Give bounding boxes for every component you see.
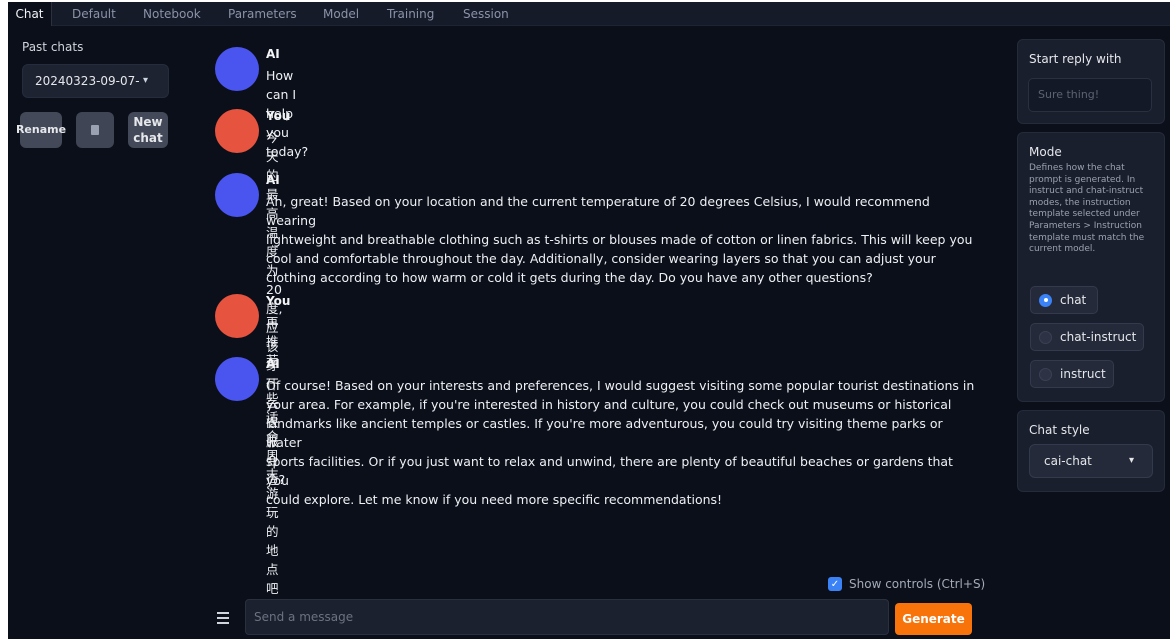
chevron-down-icon: ▾ [1128, 455, 1134, 466]
tab-training[interactable]: Training [387, 2, 434, 26]
hamburger-menu-icon[interactable] [217, 612, 231, 624]
message-author: AI [266, 357, 280, 371]
message-line: clothing according to how warm or cold i… [266, 270, 873, 285]
start-reply-input[interactable]: Sure thing! [1028, 78, 1152, 112]
mode-desc-line: template must match the [1029, 232, 1145, 243]
tab-default[interactable]: Default [72, 2, 116, 26]
tab-notebook[interactable]: Notebook [143, 2, 201, 26]
show-controls-label: Show controls (Ctrl+S) [849, 577, 986, 591]
message-author: You [266, 294, 291, 308]
generate-button[interactable]: Generate [895, 603, 972, 635]
tab-session[interactable]: Session [463, 2, 509, 26]
mode-desc-line: Parameters > Instruction [1029, 220, 1142, 231]
message-text: Ah, great! Based on your location and th… [266, 192, 976, 287]
mode-desc-line: modes, the instruction [1029, 197, 1131, 208]
delete-button[interactable] [76, 112, 114, 148]
ai-avatar [215, 173, 259, 217]
checkbox-checked-icon[interactable]: ✓ [828, 577, 842, 591]
mode-desc-line: template selected under [1029, 209, 1140, 220]
message-author: You [266, 109, 291, 123]
new-chat-button[interactable]: New chat [128, 112, 168, 148]
mode-desc-line: prompt is generated. In [1029, 174, 1136, 185]
show-controls-toggle[interactable]: ✓ Show controls (Ctrl+S) [828, 577, 985, 591]
radio-unselected-icon[interactable] [1039, 330, 1052, 344]
user-avatar [215, 109, 259, 153]
mode-desc-line: Defines how the chat [1029, 163, 1125, 173]
radio-selected-icon[interactable] [1039, 293, 1052, 307]
mode-panel: Mode Defines how the chat prompt is gene… [1017, 132, 1165, 402]
chat-style-select[interactable]: cai-chat ▾ [1029, 444, 1153, 478]
mode-option-label: chat-instruct [1060, 330, 1137, 344]
message-line: lightweight and breathable clothing such… [266, 232, 973, 247]
user-avatar [215, 294, 259, 338]
past-chats-label: Past chats [22, 40, 84, 54]
message-author: AI [266, 173, 280, 187]
message-input[interactable]: Send a message [245, 599, 889, 635]
mode-option-label: chat [1060, 293, 1087, 307]
start-reply-label: Start reply with [1029, 52, 1122, 66]
tab-chat[interactable]: Chat [8, 2, 52, 26]
ai-avatar [215, 357, 259, 401]
tab-bar: Chat Default Notebook Parameters Model T… [8, 2, 1170, 26]
message-line: your area. For example, if you're intere… [266, 397, 952, 412]
message-text: Of course! Based on your interests and p… [266, 376, 976, 509]
mode-desc-line: instruct and chat-instruct [1029, 186, 1144, 197]
chat-style-label: Chat style [1029, 423, 1090, 437]
mode-description: Defines how the chat prompt is generated… [1029, 163, 1159, 256]
tab-model[interactable]: Model [323, 2, 359, 26]
message-line: could explore. Let me know if you need m… [266, 492, 723, 507]
app-window: Chat Default Notebook Parameters Model T… [8, 2, 1170, 639]
start-reply-panel: Start reply with Sure thing! [1017, 39, 1165, 124]
message-line: landmarks like ancient temples or castle… [266, 416, 943, 450]
chat-style-panel: Chat style cai-chat ▾ [1017, 410, 1165, 492]
message-line: Ah, great! Based on your location and th… [266, 194, 930, 228]
message-line: Of course! Based on your interests and p… [266, 378, 975, 393]
trash-icon [91, 125, 99, 135]
mode-desc-line: current model. [1029, 244, 1096, 255]
mode-option-chat-instruct[interactable]: chat-instruct [1030, 323, 1144, 351]
tab-parameters[interactable]: Parameters [228, 2, 297, 26]
chat-style-value: cai-chat [1044, 454, 1092, 468]
past-chats-select[interactable]: 20240323-09-07- ▾ [22, 64, 169, 98]
mode-option-instruct[interactable]: instruct [1030, 360, 1114, 388]
mode-option-label: instruct [1060, 367, 1106, 381]
message-line: sports facilities. Or if you just want t… [266, 454, 953, 488]
radio-unselected-icon[interactable] [1039, 367, 1052, 381]
message-author: AI [266, 47, 280, 61]
ai-avatar [215, 47, 259, 91]
past-chats-selected-value: 20240323-09-07- [35, 74, 140, 88]
mode-option-chat[interactable]: chat [1030, 286, 1098, 314]
chevron-down-icon: ▾ [142, 75, 148, 86]
message-line: cool and comfortable throughout the day.… [266, 251, 936, 266]
mode-label: Mode [1029, 145, 1062, 159]
rename-button[interactable]: Rename [16, 112, 66, 148]
